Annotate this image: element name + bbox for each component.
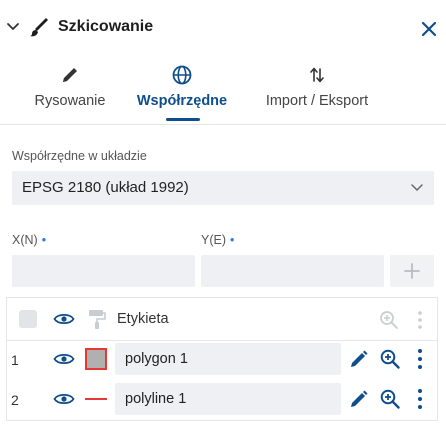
table-row: 1 polygon 1 xyxy=(7,340,437,380)
required-marker: • xyxy=(230,233,235,247)
y-coordinate-input[interactable] xyxy=(201,255,384,287)
tab-label: Współrzędne xyxy=(136,93,228,109)
pencil-icon xyxy=(63,68,77,82)
x-coordinate-input[interactable] xyxy=(12,255,195,287)
tabs-divider xyxy=(0,124,446,125)
coordinate-system-select[interactable]: EPSG 2180 (układ 1992) xyxy=(12,171,434,205)
y-coordinate-label: Y(E) • xyxy=(201,233,235,247)
eye-icon[interactable] xyxy=(53,391,75,407)
paint-roller-icon xyxy=(89,310,106,329)
zoom-in-icon[interactable] xyxy=(379,348,401,370)
tab-import-eksport[interactable]: Import / Eksport xyxy=(252,64,382,110)
chevron-down-icon[interactable] xyxy=(6,20,20,34)
coordinate-system-label: Współrzędne w układzie xyxy=(12,149,147,163)
import-export-arrows-icon xyxy=(310,67,324,83)
features-table: Etykieta 1 polygon 1 2 polyline 1 xyxy=(6,297,438,421)
polyline-style-swatch[interactable] xyxy=(85,398,107,400)
select-all-checkbox[interactable] xyxy=(19,310,37,328)
row-index: 1 xyxy=(11,352,19,368)
more-options-icon xyxy=(418,311,422,329)
zoom-in-icon[interactable] xyxy=(379,388,401,410)
globe-icon xyxy=(172,65,192,85)
active-tab-indicator xyxy=(166,118,200,121)
pencil-icon[interactable] xyxy=(349,349,369,369)
panel-title: Szkicowanie xyxy=(58,18,154,35)
tab-label: Rysowanie xyxy=(34,93,106,109)
table-header: Etykieta xyxy=(7,298,437,341)
table-row: 2 polyline 1 xyxy=(7,380,437,420)
label-column-header: Etykieta xyxy=(117,311,169,327)
x-coordinate-label: X(N) • xyxy=(12,233,47,247)
close-icon[interactable] xyxy=(420,20,438,38)
row-index: 2 xyxy=(11,392,19,408)
chevron-down-icon xyxy=(411,184,423,192)
required-marker: • xyxy=(41,233,47,247)
more-options-icon[interactable] xyxy=(416,348,424,370)
feature-label-field[interactable]: polygon 1 xyxy=(115,343,341,375)
coordinate-system-value: EPSG 2180 (układ 1992) xyxy=(22,179,189,196)
tab-rysowanie[interactable]: Rysowanie xyxy=(30,64,110,110)
tab-wspolrzedne[interactable]: Współrzędne xyxy=(128,64,236,110)
brush-icon xyxy=(30,18,48,37)
zoom-in-icon xyxy=(380,311,398,329)
eye-icon[interactable] xyxy=(53,351,75,367)
add-point-button[interactable] xyxy=(390,255,434,287)
pencil-icon[interactable] xyxy=(349,389,369,409)
eye-icon[interactable] xyxy=(53,311,75,327)
polygon-style-swatch[interactable] xyxy=(85,348,107,370)
tab-label: Import / Eksport xyxy=(265,93,369,109)
feature-label-field[interactable]: polyline 1 xyxy=(115,383,341,415)
more-options-icon[interactable] xyxy=(416,388,424,410)
plus-icon xyxy=(404,263,420,279)
